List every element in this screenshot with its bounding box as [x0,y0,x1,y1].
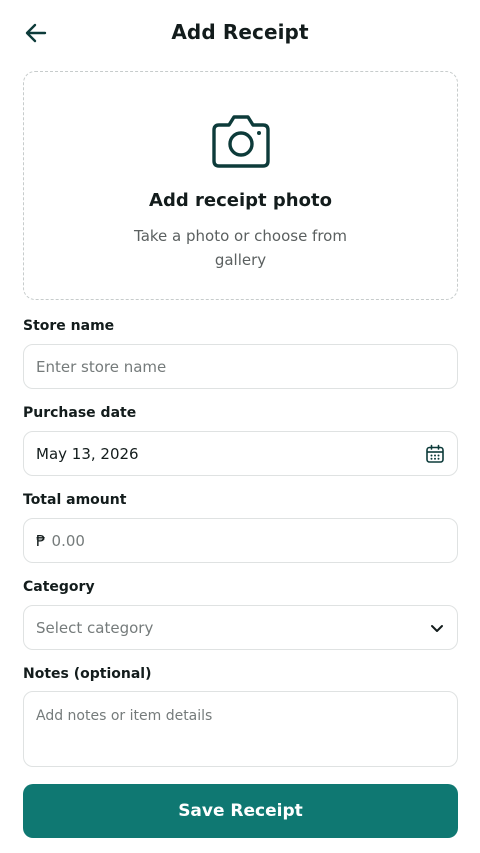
purchase-date-value: May 13, 2026 [36,444,139,463]
notes-placeholder: Add notes or item details [36,708,213,724]
currency-symbol: ₱ [36,531,46,550]
upload-title: Add receipt photo [149,190,332,211]
calendar-icon[interactable] [425,444,445,464]
add-receipt-screen: Add Receipt Add receipt photo Take a pho… [0,0,480,853]
add-receipt-photo-area[interactable]: Add receipt photo Take a photo or choose… [23,71,458,300]
save-receipt-button[interactable]: Save Receipt [23,784,458,838]
header: Add Receipt [0,0,480,66]
save-receipt-label: Save Receipt [178,801,303,821]
category-label: Category [23,579,95,595]
store-name-placeholder: Enter store name [36,357,167,376]
chevron-down-icon [431,624,443,632]
notes-textarea[interactable]: Add notes or item details [23,691,458,767]
store-name-label: Store name [23,318,115,334]
total-amount-placeholder: 0.00 [51,531,85,550]
total-amount-input[interactable]: ₱ 0.00 [23,518,458,563]
category-placeholder: Select category [36,618,154,637]
camera-icon [211,115,270,168]
page-title: Add Receipt [171,20,309,44]
category-select[interactable]: Select category [23,605,458,650]
purchase-date-label: Purchase date [23,405,137,421]
store-name-input[interactable]: Enter store name [23,344,458,389]
notes-label: Notes (optional) [23,666,152,682]
purchase-date-field[interactable]: May 13, 2026 [23,431,458,476]
total-amount-label: Total amount [23,492,127,508]
upload-subtitle: Take a photo or choose from gallery [134,227,347,269]
